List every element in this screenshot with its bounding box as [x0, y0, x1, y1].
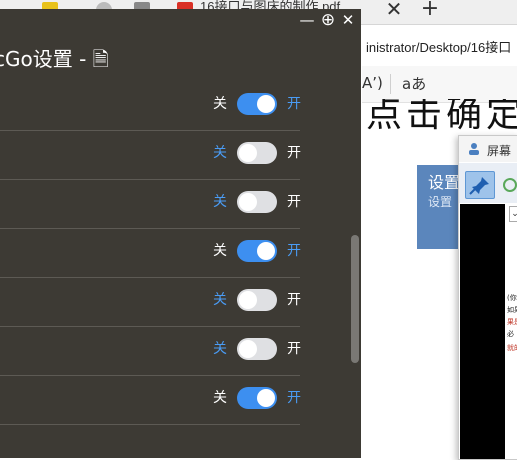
on-label: 开	[287, 243, 301, 259]
address-bar[interactable]: inistrator/Desktop/16接口	[362, 25, 517, 65]
doc-line: 如果	[507, 306, 517, 314]
toggle-switch[interactable]	[237, 338, 277, 360]
off-label: 关	[213, 243, 227, 259]
card-title: 设置	[428, 173, 461, 192]
toggle-switch[interactable]	[237, 93, 277, 115]
on-label: 开	[287, 96, 301, 112]
off-label: 关	[213, 292, 227, 308]
pin-icon	[469, 177, 489, 195]
on-label: 开	[287, 292, 301, 308]
doc-line: 必	[507, 330, 514, 338]
setting-row: 关开	[0, 131, 301, 180]
off-label: 关	[213, 390, 227, 406]
toggle-knob	[257, 242, 275, 260]
toggle-knob	[239, 291, 257, 309]
toggle-knob	[239, 144, 257, 162]
pin-toggle-button[interactable]: ⊕	[318, 9, 338, 31]
read-aloud-icon[interactable]: A’)	[362, 74, 383, 92]
mini-window-titlebar: 屏幕	[459, 136, 517, 162]
toolbar-divider	[390, 74, 391, 94]
off-label: 关	[213, 145, 227, 161]
doc-line: (你	[507, 294, 517, 302]
on-label: 开	[287, 341, 301, 357]
refresh-icon[interactable]	[501, 175, 517, 195]
screenshot-tool-window: 屏幕 ⌄ (你 如果 果是, 必 就的	[458, 135, 517, 460]
doc-line: 就的	[507, 344, 517, 352]
setting-row: 关开	[0, 376, 301, 425]
on-label: 开	[287, 194, 301, 210]
setting-row: 关开	[0, 229, 301, 278]
captured-image-area	[460, 204, 505, 459]
toggle-switch[interactable]	[237, 240, 277, 262]
close-button[interactable]: ✕	[338, 9, 358, 31]
address-text[interactable]: inistrator/Desktop/16接口	[366, 37, 511, 56]
off-label: 关	[213, 96, 227, 112]
text-size-button[interactable]: aあ	[402, 73, 426, 94]
panel-title: cGo设置 - 🗎	[0, 47, 109, 71]
toggle-knob	[257, 389, 275, 407]
mini-window-title: 屏幕	[487, 144, 512, 158]
toggle-knob	[239, 193, 257, 211]
new-tab-button[interactable]: +	[418, 0, 442, 20]
off-label: 关	[213, 194, 227, 210]
pdf-toolbar: A’) aあ	[362, 66, 517, 103]
mini-dropdown[interactable]: ⌄	[509, 206, 517, 222]
pin-button[interactable]	[465, 171, 495, 199]
on-label: 开	[287, 390, 301, 406]
setting-row: 关开	[0, 278, 301, 327]
tab-close-button[interactable]: ✕	[382, 0, 406, 20]
toggle-switch[interactable]	[237, 142, 277, 164]
doc-line: 果是,	[507, 318, 517, 326]
setting-row: 关开	[0, 327, 301, 376]
minimize-button[interactable]: —	[297, 9, 317, 31]
setting-row: 关开	[0, 82, 301, 131]
toggle-switch[interactable]	[237, 289, 277, 311]
toggle-switch[interactable]	[237, 191, 277, 213]
mini-toolbar	[459, 163, 517, 203]
off-label: 关	[213, 341, 227, 357]
user-icon	[469, 143, 479, 155]
on-label: 开	[287, 145, 301, 161]
settings-panel: — ⊕ ✕ cGo设置 - 🗎 关开关开关开关开关开关开关开	[0, 9, 361, 458]
card-subtitle: 设置	[428, 195, 453, 209]
scrollbar-thumb[interactable]	[351, 235, 359, 363]
toggle-switch[interactable]	[237, 387, 277, 409]
toggle-knob	[239, 340, 257, 358]
toggle-knob	[257, 95, 275, 113]
captured-document-text: (你 如果 果是, 必 就的	[505, 291, 517, 371]
setting-row: 关开	[0, 180, 301, 229]
